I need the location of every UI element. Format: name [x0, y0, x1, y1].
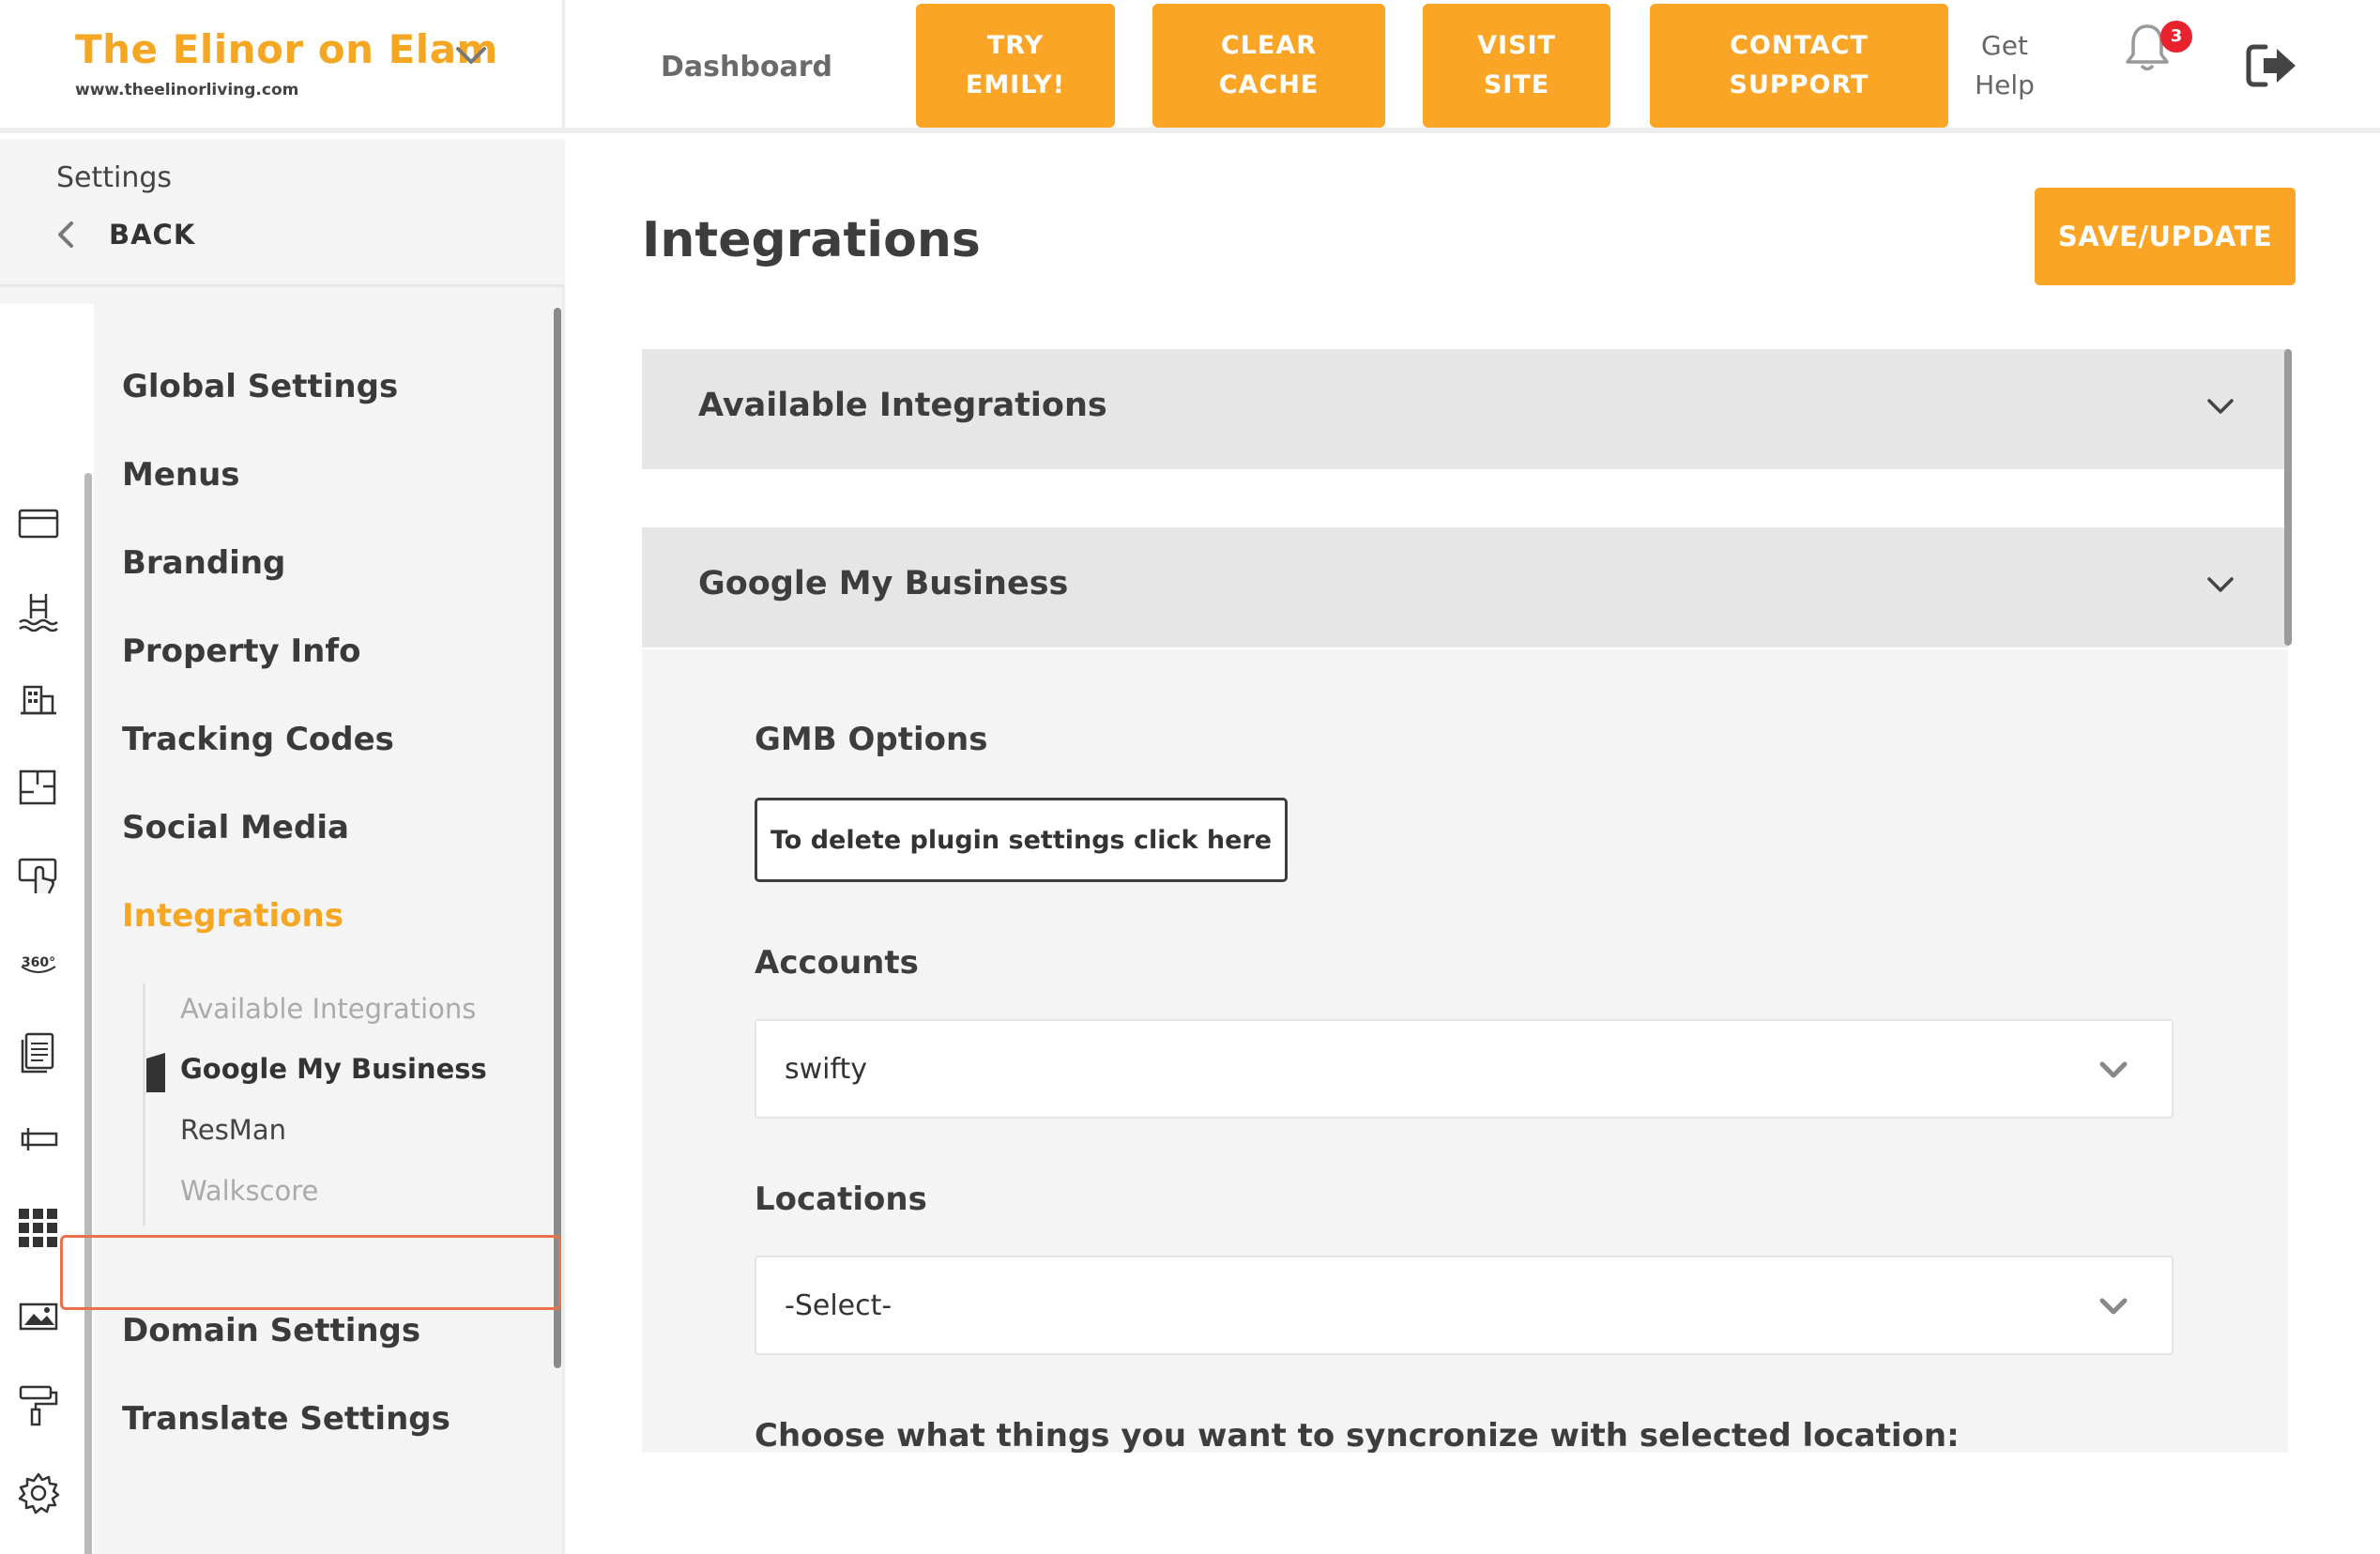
content-scrollbar[interactable] [2284, 349, 2292, 646]
gear-icon[interactable] [17, 1471, 60, 1515]
icon-rail-scrollbar[interactable] [84, 473, 92, 1554]
menu-property-info[interactable]: Property Info [122, 632, 360, 670]
clear-cache-button[interactable]: CLEAR CACHE [1152, 4, 1385, 128]
brand-name[interactable]: The Elinor on Elam [75, 26, 498, 72]
try-emily-button[interactable]: TRY EMILY! [916, 4, 1115, 128]
accordion-title: Available Integrations [698, 387, 1107, 424]
settings-sidebar: Settings BACK 360° Global Settings Menus… [0, 139, 565, 1554]
sign-icon[interactable] [17, 1119, 60, 1162]
dashboard-link[interactable]: Dashboard [661, 51, 832, 84]
page-title: Integrations [642, 212, 981, 268]
menu-scrollbar[interactable] [554, 308, 561, 1368]
chevron-down-icon [2099, 1298, 2128, 1315]
resman-highlight [60, 1235, 561, 1310]
sidebar-settings-label: Settings [56, 161, 173, 194]
chevron-down-icon[interactable] [452, 41, 490, 69]
back-button[interactable]: BACK [53, 218, 195, 251]
chevron-down-icon[interactable] [2204, 571, 2237, 599]
document-icon[interactable] [17, 1030, 60, 1074]
submenu-google-my-business[interactable]: Google My Business [180, 1053, 487, 1085]
contact-support-button[interactable]: CONTACT SUPPORT [1650, 4, 1948, 128]
paint-roller-icon[interactable] [17, 1383, 60, 1426]
chevron-left-icon [58, 221, 73, 248]
locations-select[interactable]: -Select- [755, 1256, 2174, 1355]
sidebar-top: Settings BACK [0, 139, 565, 287]
locations-label: Locations [755, 1181, 927, 1218]
visit-site-label: VISIT SITE [1477, 31, 1556, 99]
logout-icon[interactable] [2245, 41, 2299, 90]
current-marker-icon [146, 1053, 165, 1092]
visit-site-button[interactable]: VISIT SITE [1423, 4, 1610, 128]
try-emily-label: TRY EMILY! [965, 31, 1066, 99]
icon-rail: 360° [0, 304, 94, 1554]
floorplan-icon[interactable] [17, 766, 60, 809]
locations-value: -Select- [785, 1289, 892, 1322]
submenu-available-integrations[interactable]: Available Integrations [180, 993, 476, 1025]
sync-options-label: Choose what things you want to syncroniz… [755, 1417, 1960, 1453]
submenu-walkscore[interactable]: Walkscore [180, 1175, 318, 1207]
touch-screen-icon[interactable] [17, 854, 60, 897]
menu-social-media[interactable]: Social Media [122, 809, 349, 846]
menu-translate-settings[interactable]: Translate Settings [122, 1400, 450, 1438]
top-header: The Elinor on Elam www.theelinorliving.c… [0, 0, 2380, 133]
accordion-google-my-business[interactable]: Google My Business [642, 527, 2288, 648]
brand-url: www.theelinorliving.com [75, 81, 299, 99]
clear-cache-label: CLEAR CACHE [1218, 31, 1320, 99]
chevron-down-icon[interactable] [2204, 392, 2237, 420]
image-icon[interactable] [17, 1295, 60, 1338]
chevron-down-icon [2099, 1061, 2128, 1078]
menu-domain-settings[interactable]: Domain Settings [122, 1312, 420, 1349]
save-update-button[interactable]: SAVE/UPDATE [2035, 188, 2296, 285]
submenu-resman[interactable]: ResMan [180, 1114, 286, 1146]
contact-support-label: CONTACT SUPPORT [1729, 31, 1869, 99]
pool-icon[interactable] [17, 590, 60, 633]
building-icon[interactable] [17, 678, 60, 721]
menu-branding[interactable]: Branding [122, 544, 285, 582]
delete-plugin-settings-button[interactable]: To delete plugin settings click here [755, 798, 1288, 882]
360-view-icon[interactable]: 360° [17, 942, 60, 985]
submenu-line [143, 983, 145, 1226]
accounts-label: Accounts [755, 944, 919, 982]
back-label: BACK [109, 219, 196, 251]
gmb-options-label: GMB Options [755, 721, 988, 758]
menu-tracking-codes[interactable]: Tracking Codes [122, 721, 394, 758]
accordion-title: Google My Business [698, 565, 1069, 602]
svg-text:360°: 360° [22, 955, 55, 970]
menu-menus[interactable]: Menus [122, 456, 240, 494]
menu-global-settings[interactable]: Global Settings [122, 368, 398, 405]
grid-icon[interactable] [17, 1207, 60, 1250]
menu-integrations[interactable]: Integrations [122, 897, 343, 935]
notification-badge: 3 [2160, 21, 2192, 53]
get-help-link[interactable]: Get Help [1967, 26, 2042, 105]
accordion-available-integrations[interactable]: Available Integrations [642, 349, 2288, 469]
accounts-value: swifty [785, 1053, 868, 1086]
brand-switcher[interactable]: The Elinor on Elam www.theelinorliving.c… [0, 0, 565, 133]
window-icon[interactable] [17, 501, 60, 544]
gmb-panel: GMB Options To delete plugin settings cl… [642, 649, 2288, 1453]
accounts-select[interactable]: swifty [755, 1019, 2174, 1119]
